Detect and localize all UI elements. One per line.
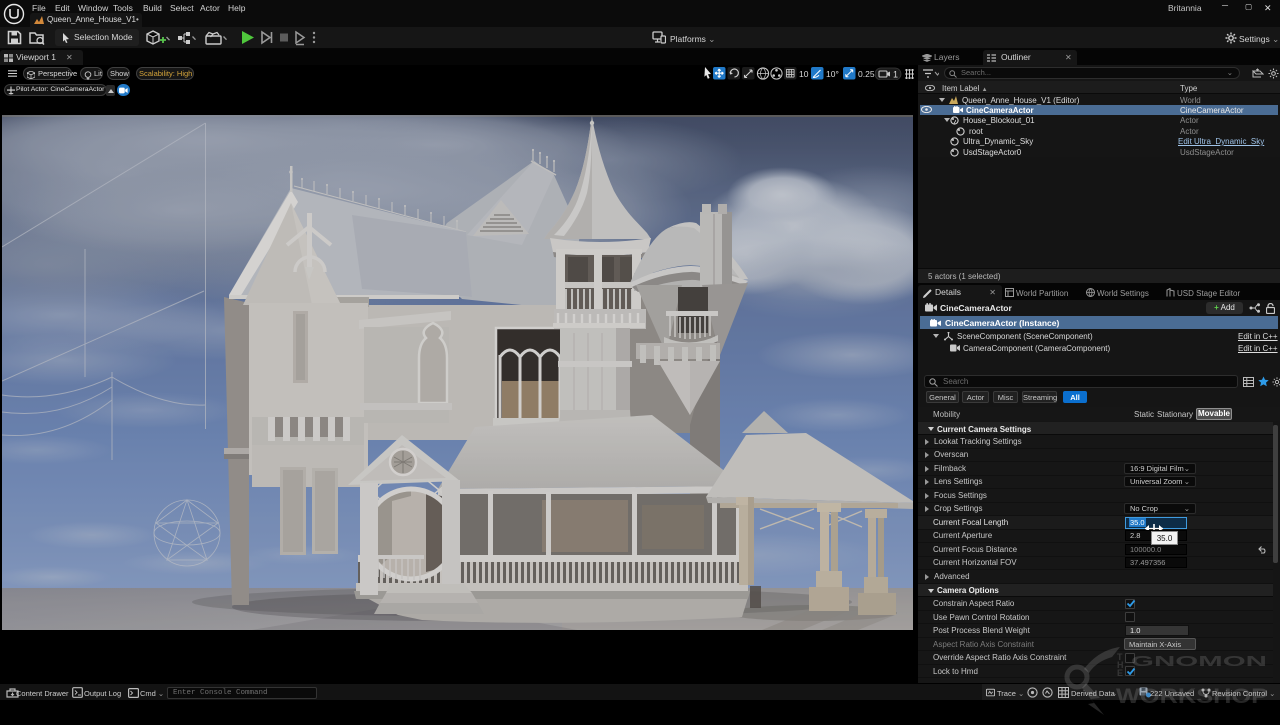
svg-text:WORKSHOP: WORKSHOP [1116,685,1268,708]
svg-text:E: E [1117,668,1123,678]
svg-text:1: 1 [893,70,898,80]
svg-text:0.25: 0.25 [858,69,875,79]
svg-text:GNOMON: GNOMON [1131,653,1267,670]
svg-text:10: 10 [799,69,809,79]
svg-text:10°: 10° [826,69,839,79]
